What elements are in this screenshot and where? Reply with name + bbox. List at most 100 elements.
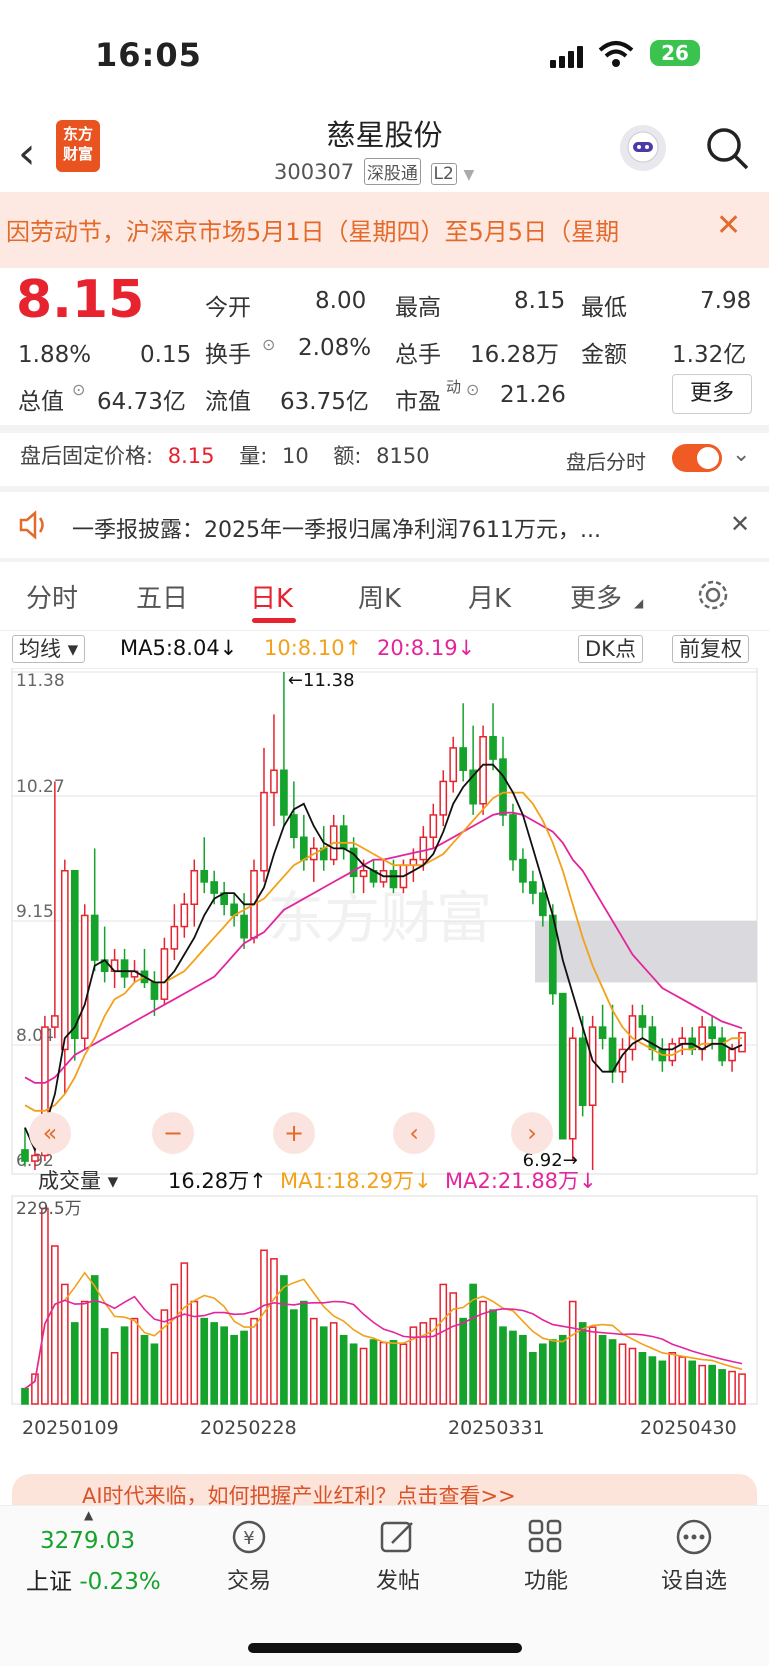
kline-chart[interactable]: 东方财富11.3810.279.158.046.92←11.386.92→«−+… (0, 668, 769, 1478)
volume-bar-down (598, 1334, 607, 1405)
dk-point-button[interactable]: DK点 (578, 633, 643, 663)
mcap-label: 总值 (18, 389, 64, 415)
candle-up (429, 814, 438, 839)
chevron-down-icon[interactable]: ⌄ (732, 442, 750, 467)
chart-control-icon: › (527, 1119, 537, 1147)
volume-bar-down (100, 1328, 109, 1405)
ma10-label: 10:8.10↑ (264, 636, 363, 660)
close-icon[interactable]: ✕ (730, 510, 750, 538)
y-axis-label: 10.27 (16, 777, 65, 797)
volume-bar-down (240, 1330, 248, 1405)
add-watchlist-nav[interactable]: 设自选 (639, 1517, 749, 1595)
chart-control-icon: − (163, 1119, 183, 1147)
post-nav[interactable]: 发帖 (343, 1517, 453, 1595)
volume-bar-down (290, 1309, 298, 1405)
candle-down (598, 1026, 607, 1039)
tab-weekly-k[interactable]: 周K (358, 578, 401, 615)
volume-bar-up (379, 1341, 388, 1405)
index-value[interactable]: 3279.03 (40, 1528, 135, 1554)
candle-down (290, 814, 298, 839)
volume-ma1-label: MA1:18.29万↓ (280, 1169, 432, 1193)
volume-bar-up (588, 1326, 597, 1405)
adjust-button[interactable]: 前复权 (672, 633, 749, 663)
candle-up (190, 870, 199, 906)
volume-bar-up (678, 1356, 687, 1405)
l2-tag[interactable]: L2 (430, 163, 457, 185)
tab-monthly-k[interactable]: 月K (468, 578, 511, 615)
volume-bar-up (180, 1262, 189, 1405)
candle-up (728, 1048, 736, 1062)
volume-bar-up (110, 1352, 119, 1405)
index-row[interactable]: 上证 -0.23% (26, 1562, 161, 1596)
ma5-label: MA5:8.04↓ (120, 636, 238, 660)
volume-bar-down (339, 1334, 348, 1405)
low-value: 7.98 (700, 288, 752, 314)
candle-up (479, 736, 487, 805)
trade-nav[interactable]: ¥ 交易 (194, 1517, 304, 1595)
date-label: 20250228 (200, 1417, 297, 1439)
close-icon[interactable]: ✕ (716, 208, 741, 243)
chart-control-icon: + (284, 1119, 304, 1147)
candle-up (180, 903, 189, 928)
function-nav[interactable]: 功能 (491, 1517, 601, 1595)
info-dots-icon[interactable]: ⊙ (72, 380, 85, 399)
volume-bar-down (140, 1334, 149, 1405)
volume-bar-down (319, 1326, 328, 1405)
watermark-text: 东方财富 (268, 887, 492, 952)
ai-assistant-robot-icon[interactable] (620, 125, 666, 171)
wifi-icon (598, 41, 634, 67)
candle-up (270, 769, 278, 794)
more-button[interactable]: 更多 (672, 374, 752, 414)
mcap-value: 64.73亿 (97, 389, 186, 415)
volume-bar-down (150, 1343, 159, 1405)
volume-bar-up (698, 1364, 707, 1405)
candle-up (51, 1015, 59, 1028)
speaker-icon (19, 510, 44, 540)
after-hours-toggle[interactable] (672, 444, 722, 472)
high-value: 8.15 (514, 288, 566, 314)
volume-bar-up (329, 1322, 338, 1405)
candle-down (299, 836, 308, 861)
candle-up (359, 870, 368, 878)
tab-five-day[interactable]: 五日 (136, 578, 188, 615)
gear-icon[interactable] (696, 578, 730, 612)
volume-bar-down (509, 1330, 517, 1405)
float-value: 63.75亿 (280, 389, 369, 415)
notice-text[interactable]: 一季报披露：2025年一季报归属净利润7611万元，... (72, 512, 601, 544)
volume-bar-down (349, 1343, 358, 1405)
tab-more[interactable]: 更多 (570, 578, 622, 615)
candle-up (170, 925, 179, 950)
candle-down (210, 881, 219, 894)
tab-intraday[interactable]: 分时 (26, 578, 78, 615)
volume-bar-down (280, 1275, 288, 1405)
turnover-label: 换手 (205, 342, 251, 368)
amount-value: 1.32亿 (672, 342, 747, 368)
volume-bar-down (210, 1322, 219, 1405)
open-label: 今开 (205, 295, 251, 321)
date-label: 20250109 (22, 1417, 119, 1439)
tab-daily-k[interactable]: 日K (250, 578, 293, 615)
volume-bar-down (70, 1322, 79, 1405)
volume-bar-up (568, 1300, 577, 1405)
caret-up-icon: ▲ (84, 1508, 94, 1522)
volume-bar-down (200, 1317, 209, 1405)
date-label: 20250430 (640, 1417, 737, 1439)
volume-bar-down (519, 1334, 527, 1405)
candle-up (260, 791, 268, 872)
caret-down-icon[interactable]: ▼ (464, 167, 475, 183)
info-dots-icon[interactable]: ⊙ (466, 380, 479, 399)
search-icon[interactable] (705, 126, 749, 170)
pe-label: 市盈 (395, 389, 441, 415)
volume-max-label: 229.5万 (16, 1199, 82, 1219)
candle-up (668, 1043, 677, 1062)
candle-down (120, 959, 129, 978)
info-dots-icon[interactable]: ⊙ (262, 335, 275, 354)
volume-bar-down (529, 1352, 537, 1405)
ma-select[interactable]: 均线 ▾ (12, 633, 86, 663)
after-hours-intraday-label: 盘后分时 (566, 450, 646, 474)
divider (0, 425, 769, 433)
candle-down (21, 1149, 29, 1162)
y-axis-label: 11.38 (16, 671, 65, 691)
volume-bar-up (359, 1347, 368, 1405)
volume-bar-up (728, 1370, 736, 1405)
